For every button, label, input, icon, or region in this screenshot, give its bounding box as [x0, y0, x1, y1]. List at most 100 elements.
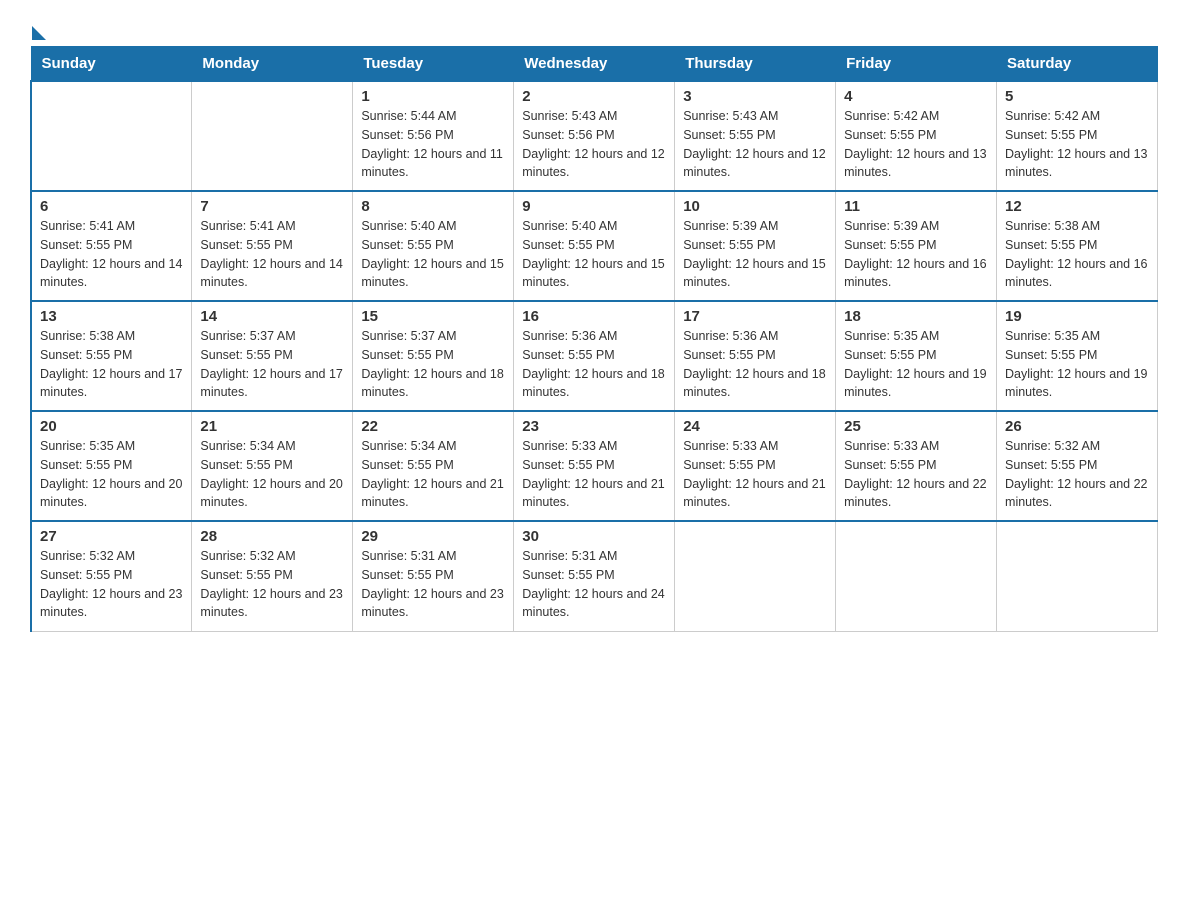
- day-cell-14: 14 Sunrise: 5:37 AMSunset: 5:55 PMDayligh…: [192, 301, 353, 411]
- day-cell-4: 4 Sunrise: 5:42 AMSunset: 5:55 PMDaylight…: [836, 81, 997, 191]
- day-cell-24: 24 Sunrise: 5:33 AMSunset: 5:55 PMDayligh…: [675, 411, 836, 521]
- day-info: Sunrise: 5:33 AMSunset: 5:55 PMDaylight:…: [844, 437, 988, 512]
- day-info: Sunrise: 5:41 AMSunset: 5:55 PMDaylight:…: [40, 217, 183, 292]
- day-cell-12: 12Sunrise: 5:38 AMSunset: 5:55 PMDayligh…: [997, 191, 1158, 301]
- weekday-header-row: SundayMondayTuesdayWednesdayThursdayFrid…: [31, 47, 1158, 82]
- day-number: 11: [844, 198, 988, 215]
- day-cell-22: 22 Sunrise: 5:34 AMSunset: 5:55 PMDayligh…: [353, 411, 514, 521]
- day-cell-5: 5 Sunrise: 5:42 AMSunset: 5:55 PMDaylight…: [997, 81, 1158, 191]
- weekday-header-monday: Monday: [192, 47, 353, 82]
- day-info: Sunrise: 5:31 AMSunset: 5:55 PMDaylight:…: [361, 547, 505, 622]
- day-info: Sunrise: 5:31 AMSunset: 5:55 PMDaylight:…: [522, 547, 666, 622]
- day-number: 5: [1005, 88, 1149, 105]
- day-number: 13: [40, 308, 183, 325]
- day-number: 23: [522, 418, 666, 435]
- day-info: Sunrise: 5:35 AMSunset: 5:55 PMDaylight:…: [1005, 327, 1149, 402]
- day-number: 9: [522, 198, 666, 215]
- day-cell-20: 20 Sunrise: 5:35 AMSunset: 5:55 PMDayligh…: [31, 411, 192, 521]
- day-info: Sunrise: 5:43 AMSunset: 5:56 PMDaylight:…: [522, 107, 666, 182]
- day-number: 19: [1005, 308, 1149, 325]
- day-number: 14: [200, 308, 344, 325]
- day-cell-23: 23Sunrise: 5:33 AMSunset: 5:55 PMDayligh…: [514, 411, 675, 521]
- day-cell-21: 21 Sunrise: 5:34 AMSunset: 5:55 PMDayligh…: [192, 411, 353, 521]
- day-cell-29: 29 Sunrise: 5:31 AMSunset: 5:55 PMDayligh…: [353, 521, 514, 631]
- day-info: Sunrise: 5:35 AMSunset: 5:55 PMDaylight:…: [40, 437, 183, 512]
- day-number: 20: [40, 418, 183, 435]
- day-number: 26: [1005, 418, 1149, 435]
- day-cell-25: 25 Sunrise: 5:33 AMSunset: 5:55 PMDayligh…: [836, 411, 997, 521]
- day-info: Sunrise: 5:42 AMSunset: 5:55 PMDaylight:…: [844, 107, 988, 182]
- day-number: 21: [200, 418, 344, 435]
- day-info: Sunrise: 5:39 AMSunset: 5:55 PMDaylight:…: [683, 217, 827, 292]
- weekday-header-thursday: Thursday: [675, 47, 836, 82]
- day-info: Sunrise: 5:36 AMSunset: 5:55 PMDaylight:…: [683, 327, 827, 402]
- day-number: 24: [683, 418, 827, 435]
- day-cell-15: 15 Sunrise: 5:37 AMSunset: 5:55 PMDayligh…: [353, 301, 514, 411]
- logo: [30, 20, 46, 36]
- day-number: 29: [361, 528, 505, 545]
- day-info: Sunrise: 5:32 AMSunset: 5:55 PMDaylight:…: [1005, 437, 1149, 512]
- calendar-body: 1 Sunrise: 5:44 AMSunset: 5:56 PMDaylight…: [31, 81, 1158, 631]
- calendar-table: SundayMondayTuesdayWednesdayThursdayFrid…: [30, 46, 1158, 632]
- day-info: Sunrise: 5:33 AMSunset: 5:55 PMDaylight:…: [683, 437, 827, 512]
- day-number: 3: [683, 88, 827, 105]
- day-cell-28: 28 Sunrise: 5:32 AMSunset: 5:55 PMDayligh…: [192, 521, 353, 631]
- day-cell-18: 18 Sunrise: 5:35 AMSunset: 5:55 PMDayligh…: [836, 301, 997, 411]
- week-row-4: 20 Sunrise: 5:35 AMSunset: 5:55 PMDayligh…: [31, 411, 1158, 521]
- day-number: 8: [361, 198, 505, 215]
- day-number: 28: [200, 528, 344, 545]
- logo-triangle-icon: [32, 26, 46, 40]
- day-cell-11: 11 Sunrise: 5:39 AMSunset: 5:55 PMDayligh…: [836, 191, 997, 301]
- day-number: 22: [361, 418, 505, 435]
- day-number: 27: [40, 528, 183, 545]
- day-info: Sunrise: 5:35 AMSunset: 5:55 PMDaylight:…: [844, 327, 988, 402]
- day-number: 6: [40, 198, 183, 215]
- weekday-header-saturday: Saturday: [997, 47, 1158, 82]
- day-info: Sunrise: 5:32 AMSunset: 5:55 PMDaylight:…: [200, 547, 344, 622]
- day-cell-26: 26 Sunrise: 5:32 AMSunset: 5:55 PMDayligh…: [997, 411, 1158, 521]
- day-number: 25: [844, 418, 988, 435]
- day-info: Sunrise: 5:42 AMSunset: 5:55 PMDaylight:…: [1005, 107, 1149, 182]
- day-number: 7: [200, 198, 344, 215]
- day-cell-30: 30 Sunrise: 5:31 AMSunset: 5:55 PMDayligh…: [514, 521, 675, 631]
- day-info: Sunrise: 5:40 AMSunset: 5:55 PMDaylight:…: [361, 217, 505, 292]
- day-info: Sunrise: 5:39 AMSunset: 5:55 PMDaylight:…: [844, 217, 988, 292]
- day-number: 15: [361, 308, 505, 325]
- day-info: Sunrise: 5:34 AMSunset: 5:55 PMDaylight:…: [200, 437, 344, 512]
- day-info: Sunrise: 5:34 AMSunset: 5:55 PMDaylight:…: [361, 437, 505, 512]
- day-number: 17: [683, 308, 827, 325]
- day-cell-7: 7 Sunrise: 5:41 AMSunset: 5:55 PMDaylight…: [192, 191, 353, 301]
- day-cell-17: 17 Sunrise: 5:36 AMSunset: 5:55 PMDayligh…: [675, 301, 836, 411]
- day-number: 4: [844, 88, 988, 105]
- day-number: 18: [844, 308, 988, 325]
- week-row-3: 13 Sunrise: 5:38 AMSunset: 5:55 PMDayligh…: [31, 301, 1158, 411]
- day-cell-13: 13 Sunrise: 5:38 AMSunset: 5:55 PMDayligh…: [31, 301, 192, 411]
- day-cell-empty: [997, 521, 1158, 631]
- week-row-1: 1 Sunrise: 5:44 AMSunset: 5:56 PMDaylight…: [31, 81, 1158, 191]
- day-info: Sunrise: 5:37 AMSunset: 5:55 PMDaylight:…: [361, 327, 505, 402]
- day-cell-2: 2 Sunrise: 5:43 AMSunset: 5:56 PMDaylight…: [514, 81, 675, 191]
- day-cell-19: 19 Sunrise: 5:35 AMSunset: 5:55 PMDayligh…: [997, 301, 1158, 411]
- day-cell-8: 8 Sunrise: 5:40 AMSunset: 5:55 PMDaylight…: [353, 191, 514, 301]
- day-number: 30: [522, 528, 666, 545]
- day-cell-27: 27Sunrise: 5:32 AMSunset: 5:55 PMDayligh…: [31, 521, 192, 631]
- day-number: 1: [361, 88, 505, 105]
- day-info: Sunrise: 5:41 AMSunset: 5:55 PMDaylight:…: [200, 217, 344, 292]
- day-info: Sunrise: 5:38 AMSunset: 5:55 PMDaylight:…: [1005, 217, 1149, 292]
- day-cell-empty: [836, 521, 997, 631]
- day-number: 2: [522, 88, 666, 105]
- day-cell-1: 1 Sunrise: 5:44 AMSunset: 5:56 PMDaylight…: [353, 81, 514, 191]
- weekday-header-friday: Friday: [836, 47, 997, 82]
- day-cell-10: 10 Sunrise: 5:39 AMSunset: 5:55 PMDayligh…: [675, 191, 836, 301]
- day-info: Sunrise: 5:44 AMSunset: 5:56 PMDaylight:…: [361, 107, 505, 182]
- day-cell-16: 16Sunrise: 5:36 AMSunset: 5:55 PMDayligh…: [514, 301, 675, 411]
- day-cell-9: 9Sunrise: 5:40 AMSunset: 5:55 PMDaylight…: [514, 191, 675, 301]
- day-cell-6: 6 Sunrise: 5:41 AMSunset: 5:55 PMDaylight…: [31, 191, 192, 301]
- day-number: 10: [683, 198, 827, 215]
- day-cell-3: 3Sunrise: 5:43 AMSunset: 5:55 PMDaylight…: [675, 81, 836, 191]
- day-info: Sunrise: 5:37 AMSunset: 5:55 PMDaylight:…: [200, 327, 344, 402]
- day-info: Sunrise: 5:38 AMSunset: 5:55 PMDaylight:…: [40, 327, 183, 402]
- day-cell-empty: [31, 81, 192, 191]
- week-row-2: 6 Sunrise: 5:41 AMSunset: 5:55 PMDaylight…: [31, 191, 1158, 301]
- week-row-5: 27 Sunrise: 5:32 AMSunset: 5:55 PMDayligh…: [31, 521, 1158, 631]
